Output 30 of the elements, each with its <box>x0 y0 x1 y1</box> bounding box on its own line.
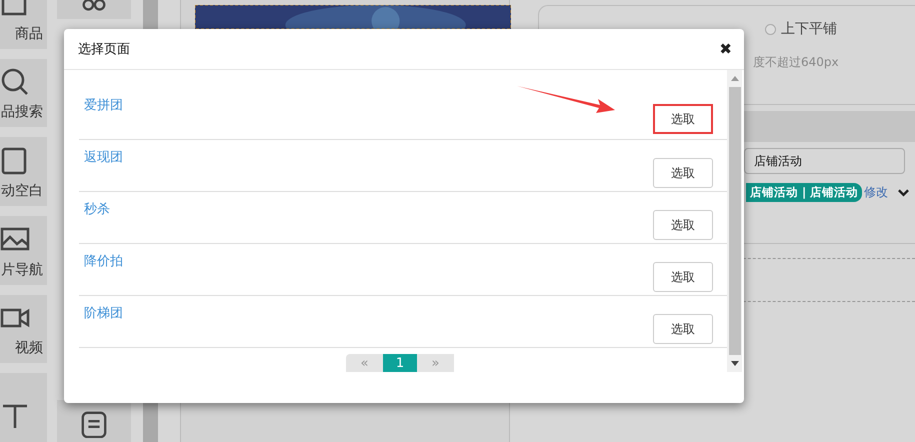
select-button[interactable]: 选取 <box>653 314 713 344</box>
select-button[interactable]: 选取 <box>653 104 713 134</box>
widget-tile[interactable]: 动空白 <box>0 137 47 206</box>
widget-tile[interactable] <box>57 400 131 442</box>
search-icon <box>0 67 30 98</box>
chevron-down-icon[interactable] <box>898 188 910 196</box>
select-button[interactable]: 选取 <box>653 262 713 292</box>
tile-label: 商品 <box>15 24 43 43</box>
tile-label: 视频 <box>15 339 43 358</box>
scrollbar[interactable] <box>727 70 742 372</box>
tile-label: 品搜索 <box>1 103 43 122</box>
widget-tile[interactable]: 商品 <box>0 0 47 49</box>
hint-text: 度不超过640px <box>753 54 840 71</box>
widget-tile[interactable]: 片导航 <box>0 216 47 285</box>
widget-tile[interactable]: 视频 <box>0 294 47 364</box>
widget-tile[interactable]: 品搜索 <box>0 58 47 128</box>
link-field[interactable]: 店铺活动 <box>744 148 905 174</box>
dialog-title: 选择页面 <box>78 41 130 58</box>
tile-label: 动空白 <box>1 182 43 200</box>
radio-button[interactable] <box>765 24 776 34</box>
tile-label: 片导航 <box>1 260 43 279</box>
edit-link[interactable]: 修改 <box>864 184 888 201</box>
widget-tile[interactable] <box>0 373 47 442</box>
select-button[interactable]: 选取 <box>653 210 713 240</box>
close-button[interactable]: ✖ <box>719 40 732 58</box>
scroll-down-icon[interactable] <box>730 361 738 366</box>
select-button[interactable]: 选取 <box>653 158 713 188</box>
link-tag: 店铺活动 | 店铺活动 <box>746 183 862 202</box>
document-icon <box>80 410 108 438</box>
radio-label: 上下平铺 <box>781 20 837 38</box>
